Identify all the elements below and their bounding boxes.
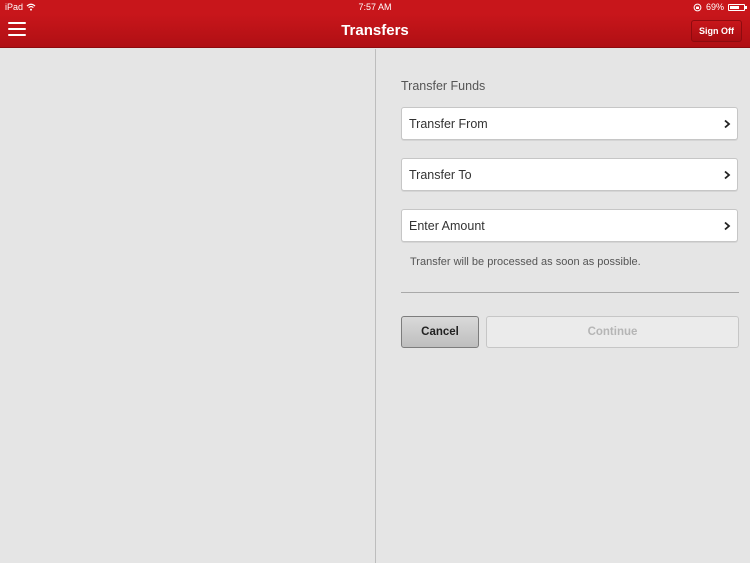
transfer-to-label: Transfer To — [409, 168, 472, 182]
battery-level — [730, 5, 739, 9]
enter-amount-field[interactable]: Enter Amount — [401, 209, 738, 242]
sign-off-button[interactable]: Sign Off — [691, 20, 742, 42]
battery-icon — [728, 3, 747, 11]
status-bar-right: 69% — [693, 2, 747, 12]
status-bar: iPad 7:57 AM 69% — [0, 0, 750, 14]
processing-note: Transfer will be processed as soon as po… — [410, 256, 641, 268]
chevron-right-icon — [724, 119, 731, 129]
page-title: Transfers — [341, 22, 409, 39]
enter-amount-label: Enter Amount — [409, 219, 485, 233]
transfer-pane: Transfer Funds Transfer From Transfer To… — [376, 49, 750, 563]
chevron-right-icon — [724, 221, 731, 231]
transfer-from-label: Transfer From — [409, 117, 488, 131]
nav-bar: Transfers Sign Off — [0, 14, 750, 48]
section-divider — [401, 292, 739, 293]
cancel-button[interactable]: Cancel — [401, 316, 479, 348]
section-title: Transfer Funds — [401, 79, 486, 93]
transfer-from-field[interactable]: Transfer From — [401, 107, 738, 140]
rotation-lock-icon — [693, 3, 702, 11]
battery-percent: 69% — [705, 2, 724, 12]
status-bar-time: 7:57 AM — [358, 2, 392, 12]
transfer-to-field[interactable]: Transfer To — [401, 158, 738, 191]
continue-button[interactable]: Continue — [486, 316, 739, 348]
chevron-right-icon — [724, 170, 731, 180]
master-pane — [0, 49, 375, 563]
